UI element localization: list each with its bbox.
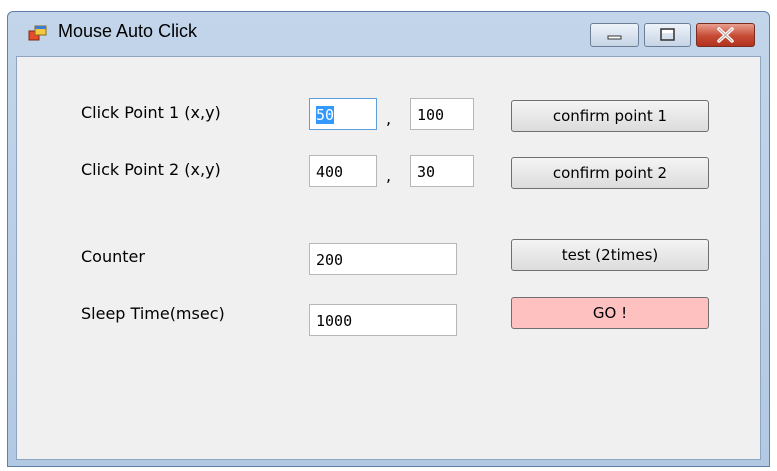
- sleep-time-label: Sleep Time(msec): [81, 304, 225, 323]
- title-bar[interactable]: Mouse Auto Click: [8, 12, 769, 56]
- confirm-point2-button[interactable]: confirm point 2: [511, 157, 709, 189]
- minimize-icon: [607, 35, 622, 40]
- sleep-time-input[interactable]: 1000: [309, 304, 457, 336]
- point1-separator: ,: [386, 109, 392, 128]
- counter-input[interactable]: 200: [309, 243, 457, 275]
- point2-y-input[interactable]: 30: [410, 155, 474, 187]
- point1-label: Click Point 1 (x,y): [81, 103, 221, 122]
- test-2times-button[interactable]: test (2times): [511, 239, 709, 271]
- app-window: Mouse Auto Click Click Point 1 (x,y) 50 …: [7, 11, 770, 467]
- go-button[interactable]: GO !: [511, 297, 709, 329]
- point2-label: Click Point 2 (x,y): [81, 160, 221, 179]
- maximize-button[interactable]: [644, 23, 691, 47]
- form-client-area: Click Point 1 (x,y) 50 , 100 confirm poi…: [16, 56, 761, 460]
- counter-label: Counter: [81, 247, 145, 266]
- minimize-button[interactable]: [590, 23, 639, 47]
- point1-y-input[interactable]: 100: [410, 98, 474, 130]
- close-icon: [717, 27, 734, 43]
- point1-x-value: 50: [316, 106, 335, 124]
- point1-x-input[interactable]: 50: [309, 98, 377, 130]
- point2-x-input[interactable]: 400: [309, 155, 377, 187]
- window-title: Mouse Auto Click: [58, 21, 198, 41]
- maximize-icon: [660, 28, 675, 41]
- close-button[interactable]: [696, 23, 755, 47]
- app-window-icon: [28, 24, 48, 44]
- point2-separator: ,: [386, 166, 392, 185]
- confirm-point1-button[interactable]: confirm point 1: [511, 100, 709, 132]
